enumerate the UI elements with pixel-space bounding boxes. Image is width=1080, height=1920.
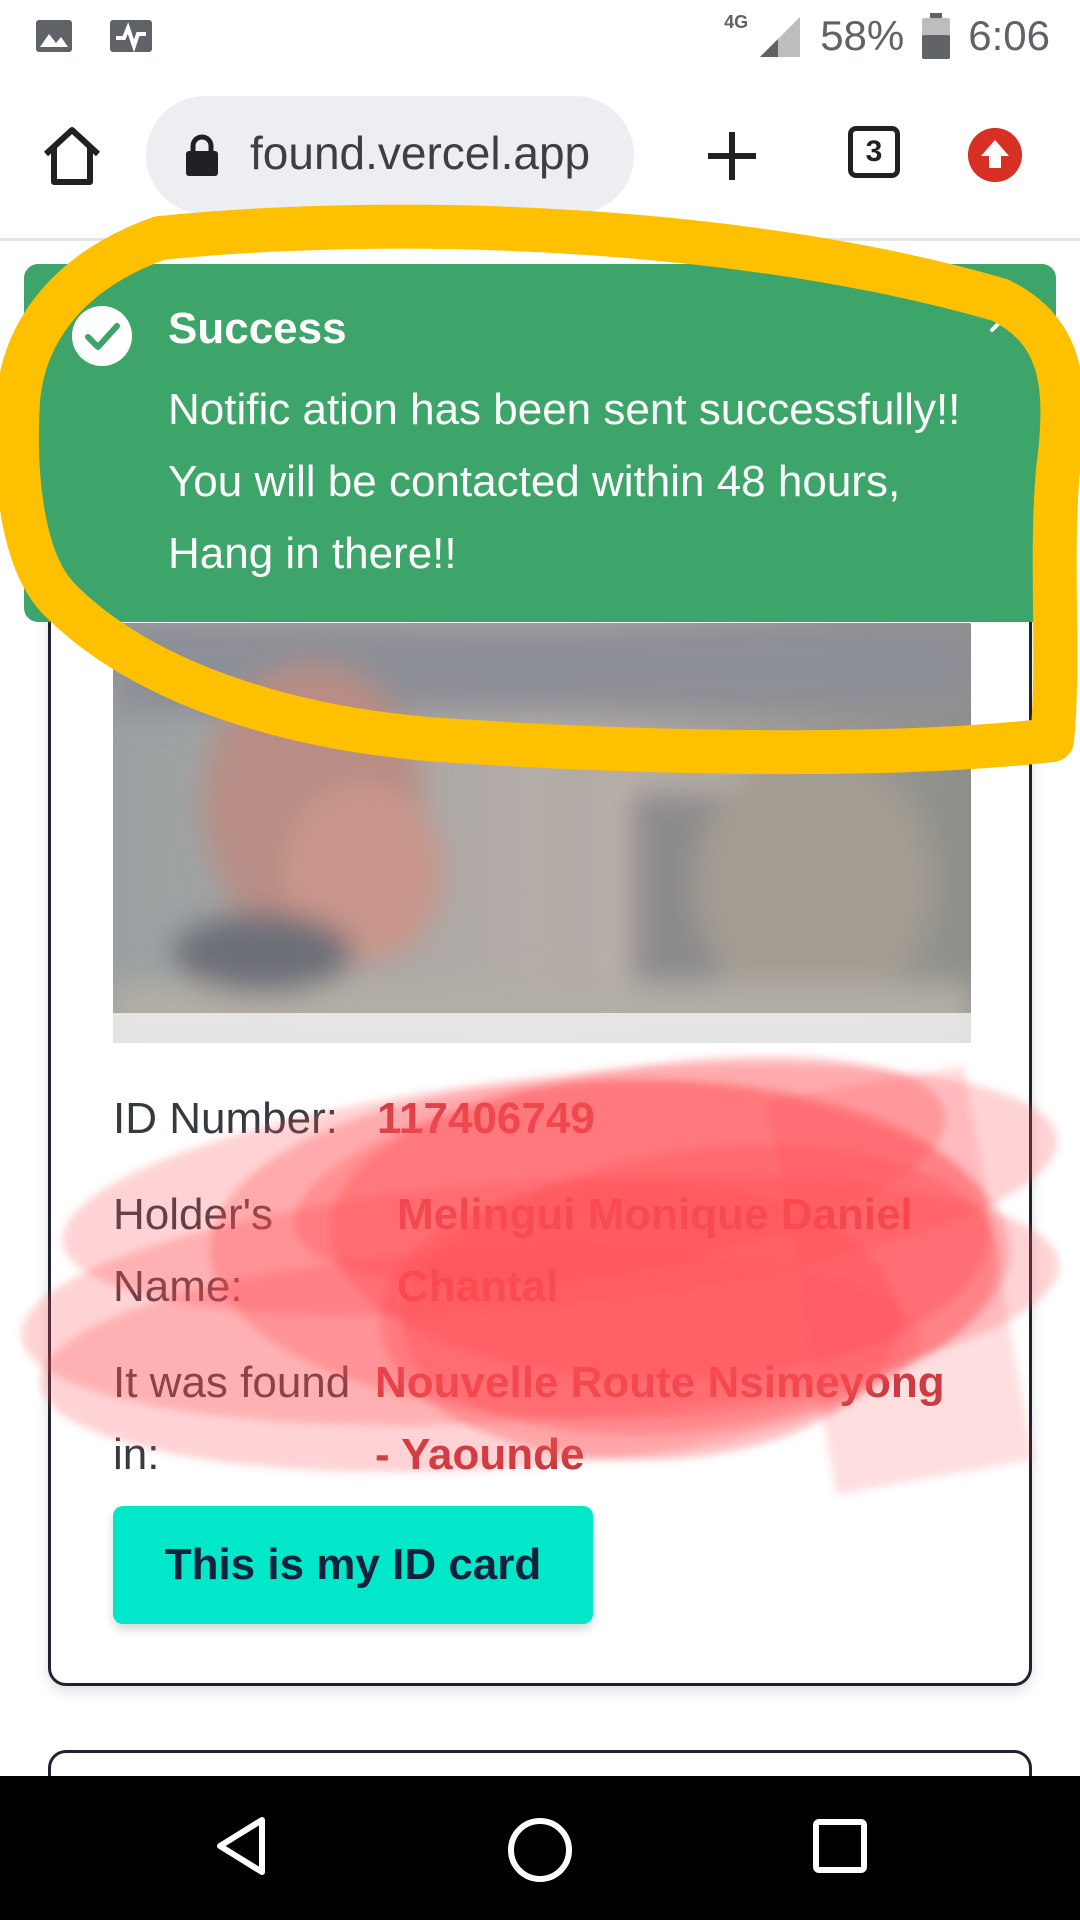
holder-name-row: Holder's Name: Melingui Monique Daniel C… xyxy=(113,1179,973,1323)
signal-icon xyxy=(760,17,801,57)
activity-icon xyxy=(110,20,152,53)
lock-icon xyxy=(186,134,218,176)
image-icon xyxy=(36,20,72,52)
browser-toolbar: found.vercel.app 3 xyxy=(0,74,1080,241)
battery-percent: 58% xyxy=(820,12,905,59)
found-location-row: It was found in: Nouvelle Route Nsimeyon… xyxy=(113,1347,973,1491)
clock: 6:06 xyxy=(968,12,1050,59)
home-icon[interactable] xyxy=(40,124,104,188)
holder-name-value-line2: Chantal xyxy=(397,1262,559,1311)
recent-apps-icon[interactable] xyxy=(812,1818,868,1874)
success-toast: Success Notific ation has been sent succ… xyxy=(24,264,1056,622)
toast-title: Success xyxy=(168,304,347,353)
status-bar: 4G 58% 6:06 xyxy=(0,0,1080,74)
found-location-value-line1: Nouvelle Route Nsimeyong xyxy=(375,1358,945,1407)
plus-icon[interactable] xyxy=(704,128,760,184)
back-icon[interactable] xyxy=(212,1814,268,1878)
system-nav-bar xyxy=(0,1776,1080,1920)
id-photo xyxy=(113,623,971,1043)
toast-message: Notific ation has been sent successfully… xyxy=(168,385,961,578)
holder-name-value-line1: Melingui Monique Daniel xyxy=(397,1190,913,1239)
check-circle-icon xyxy=(72,306,132,366)
id-card: ID Number: 117406749 Holder's Name: Meli… xyxy=(48,520,1032,1686)
home-nav-icon[interactable] xyxy=(504,1814,576,1886)
holder-name-label: Holder's Name: xyxy=(113,1190,274,1311)
url-text: found.vercel.app xyxy=(250,127,591,179)
claim-id-button[interactable]: This is my ID card xyxy=(113,1506,593,1624)
battery-icon xyxy=(922,13,951,59)
address-bar[interactable]: found.vercel.app xyxy=(146,96,634,214)
found-location-label: It was found in: xyxy=(113,1358,351,1479)
id-number-value: 117406749 xyxy=(377,1094,595,1143)
id-number-row: ID Number: 117406749 xyxy=(113,1083,973,1155)
found-location-value-line2: - Yaounde xyxy=(375,1430,585,1479)
update-icon[interactable] xyxy=(968,128,1022,182)
id-number-label: ID Number: xyxy=(113,1094,338,1143)
network-type: 4G xyxy=(724,11,749,32)
tab-count: 3 xyxy=(865,135,883,168)
tab-switcher-icon[interactable]: 3 xyxy=(848,126,900,178)
close-icon[interactable] xyxy=(984,294,1028,338)
